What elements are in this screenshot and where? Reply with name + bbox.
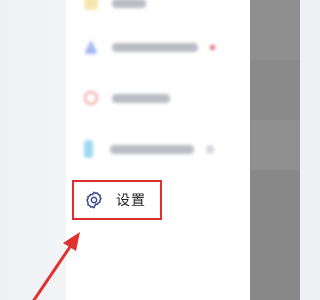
background-panel [0,0,66,300]
menu-item-label-blurred [112,93,170,103]
overlay-segment [250,60,300,120]
menu-item-extra-blurred [206,144,214,154]
settings-menu-item[interactable]: 设置 [72,180,162,220]
overlay-segment [250,170,300,300]
menu-item-4[interactable] [84,138,214,160]
blue-triangle-icon [84,40,98,54]
settings-label: 设置 [116,193,146,209]
menu-item-label-blurred [112,0,146,8]
yellow-item-icon [84,0,98,10]
menu-item-2[interactable] [84,36,215,58]
overlay-segment [250,120,300,170]
menu-item-1[interactable] [84,0,146,14]
gear-icon [84,190,104,210]
menu-item-3[interactable] [84,87,170,109]
overlay-segment [250,0,300,60]
red-circle-icon [84,91,98,105]
cyan-bottle-icon [84,140,93,158]
dimmed-content-overlay[interactable] [250,0,300,300]
menu-item-label-blurred [112,42,198,52]
menu-item-label-blurred [110,144,194,154]
notification-dot [210,44,215,50]
